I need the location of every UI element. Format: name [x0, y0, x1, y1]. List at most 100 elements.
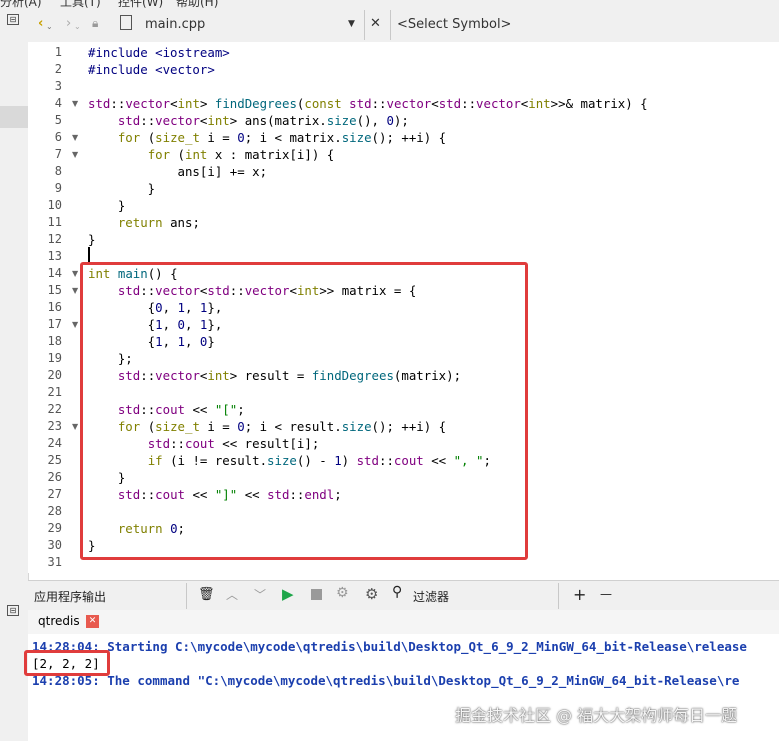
code-line[interactable]: std::vector<int> ans(matrix.size(), 0); — [88, 112, 409, 129]
left-mode-strip: ⊟ ⊟ — [0, 8, 29, 741]
menu-tools[interactable]: 工具(T) — [60, 0, 101, 8]
fold-marker-icon[interactable]: ▼ — [72, 418, 78, 435]
line-number: 26 — [47, 470, 62, 484]
line-number: 29 — [47, 521, 62, 535]
output-panel-toolbar: 应用程序输出 🗑︎ ︿ ﹀ ▶ ⚙︎ ⚙ ⚲ 过滤器 + — — [28, 580, 779, 612]
line-number-gutter: 1 2 3 4 ▼ 5 6 ▼ 7 ▼ 8 9 10 11 12 13 14 ▼ 15 ▼ 16 17 ▼ 18 19 20 21 2… — [28, 42, 79, 573]
editor-toolbar: ‹ ⌄ › ⌄ 🔒︎ main.cpp ▼ ✕ <Select Symbol> — [28, 8, 779, 43]
code-line[interactable]: std::cout << result[i]; — [88, 435, 320, 452]
code-line[interactable]: ans[i] += x; — [88, 163, 268, 180]
fold-marker-icon[interactable]: ▼ — [72, 265, 78, 282]
file-dropdown-icon[interactable]: ▼ — [348, 19, 355, 29]
chevron-down-icon[interactable]: ﹀ — [254, 586, 266, 603]
code-line[interactable]: }; — [88, 350, 133, 367]
code-line[interactable]: } — [88, 180, 155, 197]
line-number: 7 — [54, 147, 62, 161]
line-number: 28 — [47, 504, 62, 518]
split-icon[interactable]: ⊟ — [7, 14, 19, 25]
output-tabs: qtredis ✕ — [28, 610, 779, 634]
output-line-1: 14:28:04: Starting C:\mycode\mycode\qtre… — [32, 639, 747, 654]
fold-marker-icon[interactable]: ▼ — [72, 95, 78, 112]
code-line[interactable]: } — [88, 197, 125, 214]
search-icon: ⚲ — [392, 584, 403, 600]
line-number: 13 — [47, 249, 62, 263]
code-line[interactable]: for (size_t i = 0; i < matrix.size(); ++… — [88, 129, 446, 146]
file-icon — [120, 15, 132, 30]
stop-icon[interactable] — [311, 589, 322, 600]
gear-icon[interactable]: ⚙ — [365, 585, 378, 603]
code-line[interactable]: return ans; — [88, 214, 200, 231]
symbol-select[interactable]: <Select Symbol> — [397, 17, 511, 32]
divider-2 — [558, 583, 559, 609]
chevron-up-icon[interactable]: ︿ — [226, 586, 238, 603]
line-number: 31 — [47, 555, 62, 569]
fold-marker-icon[interactable]: ▼ — [72, 282, 78, 299]
line-number: 15 — [47, 283, 62, 297]
close-file-button[interactable]: ✕ — [370, 16, 381, 31]
attach-debugger-icon[interactable]: ⚙︎ — [336, 585, 349, 601]
line-number: 3 — [54, 79, 62, 93]
minimize-icon[interactable]: — — [600, 587, 612, 601]
code-line[interactable]: return 0; — [88, 520, 185, 537]
add-icon[interactable]: + — [573, 585, 586, 604]
code-line[interactable]: for (int x : matrix[i]) { — [88, 146, 335, 163]
code-line[interactable]: std::vector<int> result = findDegrees(ma… — [88, 367, 461, 384]
code-line[interactable]: std::cout << "]" << std::endl; — [88, 486, 342, 503]
menu-controls[interactable]: 控件(W) — [118, 0, 163, 8]
line-number: 6 — [54, 130, 62, 144]
fold-marker-icon[interactable]: ▼ — [72, 129, 78, 146]
line-number: 4 — [54, 96, 62, 110]
fold-marker-icon[interactable]: ▼ — [72, 146, 78, 163]
trash-icon[interactable]: 🗑︎ — [198, 587, 215, 602]
line-number: 21 — [47, 385, 62, 399]
line-number: 27 — [47, 487, 62, 501]
menubar: 分析(A) 工具(T) 控件(W) 帮助(H) — [0, 0, 779, 8]
code-line[interactable]: #include <iostream> — [88, 44, 230, 61]
divider — [186, 583, 187, 609]
filter-input[interactable]: 过滤器 — [413, 588, 449, 605]
panel-toggle-icon[interactable]: ⊟ — [7, 605, 19, 616]
line-number: 5 — [54, 113, 62, 127]
forward-dropdown-icon[interactable]: ⌄ — [74, 22, 81, 31]
code-line[interactable]: if (i != result.size() - 1) std::cout <<… — [88, 452, 491, 469]
code-line[interactable]: std::vector<int> findDegrees(const std::… — [88, 95, 648, 112]
line-number: 24 — [47, 436, 62, 450]
output-line-3: 14:28:05: The command "C:\mycode\mycode\… — [32, 673, 740, 688]
line-number: 23 — [47, 419, 62, 433]
menu-analyze[interactable]: 分析(A) — [0, 0, 42, 8]
line-number: 30 — [47, 538, 62, 552]
code-line[interactable]: {1, 1, 0} — [88, 333, 215, 350]
line-number: 25 — [47, 453, 62, 467]
code-line[interactable]: int main() { — [88, 265, 178, 282]
code-line[interactable]: #include <vector> — [88, 61, 215, 78]
mode-selected[interactable] — [0, 106, 28, 128]
back-icon[interactable]: ‹ — [38, 16, 43, 31]
back-dropdown-icon[interactable]: ⌄ — [46, 22, 53, 31]
fold-marker-icon[interactable]: ▼ — [72, 316, 78, 333]
code-line[interactable]: for (size_t i = 0; i < result.size(); ++… — [88, 418, 446, 435]
line-number: 14 — [47, 266, 62, 280]
toolbar-divider-2 — [390, 10, 391, 40]
line-number: 9 — [54, 181, 62, 195]
close-tab-icon[interactable]: ✕ — [86, 615, 99, 628]
toolbar-divider — [364, 10, 365, 40]
line-number: 10 — [47, 198, 62, 212]
line-number: 22 — [47, 402, 62, 416]
line-number: 18 — [47, 334, 62, 348]
code-line[interactable]: {0, 1, 1}, — [88, 299, 223, 316]
text-cursor — [88, 247, 90, 263]
forward-icon[interactable]: › — [66, 16, 71, 31]
code-line[interactable]: } — [88, 469, 125, 486]
code-line[interactable]: {1, 0, 1}, — [88, 316, 223, 333]
output-panel-title: 应用程序输出 — [34, 590, 107, 604]
run-icon[interactable]: ▶ — [282, 585, 294, 603]
code-line[interactable]: std::vector<std::vector<int>> matrix = { — [88, 282, 416, 299]
tab-qtredis[interactable]: qtredis — [38, 614, 80, 628]
file-name-select[interactable]: main.cpp — [145, 17, 205, 32]
code-editor[interactable]: 1 2 3 4 ▼ 5 6 ▼ 7 ▼ 8 9 10 11 12 13 14 ▼ 15 ▼ 16 17 ▼ 18 19 20 21 2… — [28, 42, 779, 573]
menu-help[interactable]: 帮助(H) — [176, 0, 218, 8]
line-number: 16 — [47, 300, 62, 314]
code-line[interactable]: std::cout << "["; — [88, 401, 245, 418]
code-line[interactable]: } — [88, 537, 95, 554]
code-line[interactable]: } — [88, 231, 95, 248]
